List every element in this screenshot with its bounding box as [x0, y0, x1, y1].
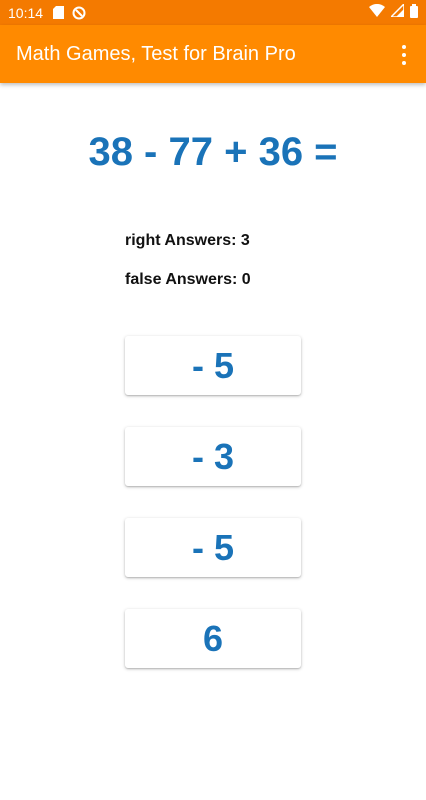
status-bar: 10:14 [0, 0, 426, 25]
answer-button-4[interactable]: 6 [125, 609, 301, 668]
false-answers-label: false Answers: 0 [125, 271, 251, 288]
sd-card-icon [53, 6, 65, 19]
app-bar: Math Games, Test for Brain Pro [0, 25, 426, 83]
app-title: Math Games, Test for Brain Pro [16, 42, 296, 65]
equation-text: 38 - 77 + 36 = [88, 130, 338, 174]
answer-button-1[interactable]: - 5 [125, 336, 301, 395]
status-right-icons [369, 2, 418, 22]
score-stats: right Answers: 3 false Answers: 0 [125, 230, 251, 308]
answer-button-3[interactable]: - 5 [125, 518, 301, 577]
status-time: 10:14 [8, 4, 44, 21]
signal-icon [389, 2, 405, 21]
battery-icon [410, 3, 418, 22]
wifi-icon [369, 3, 385, 21]
overflow-menu-icon[interactable] [394, 43, 414, 67]
vpn-icon [72, 6, 86, 20]
answer-button-2[interactable]: - 3 [125, 427, 301, 486]
right-answers-label: right Answers: 3 [125, 232, 250, 249]
